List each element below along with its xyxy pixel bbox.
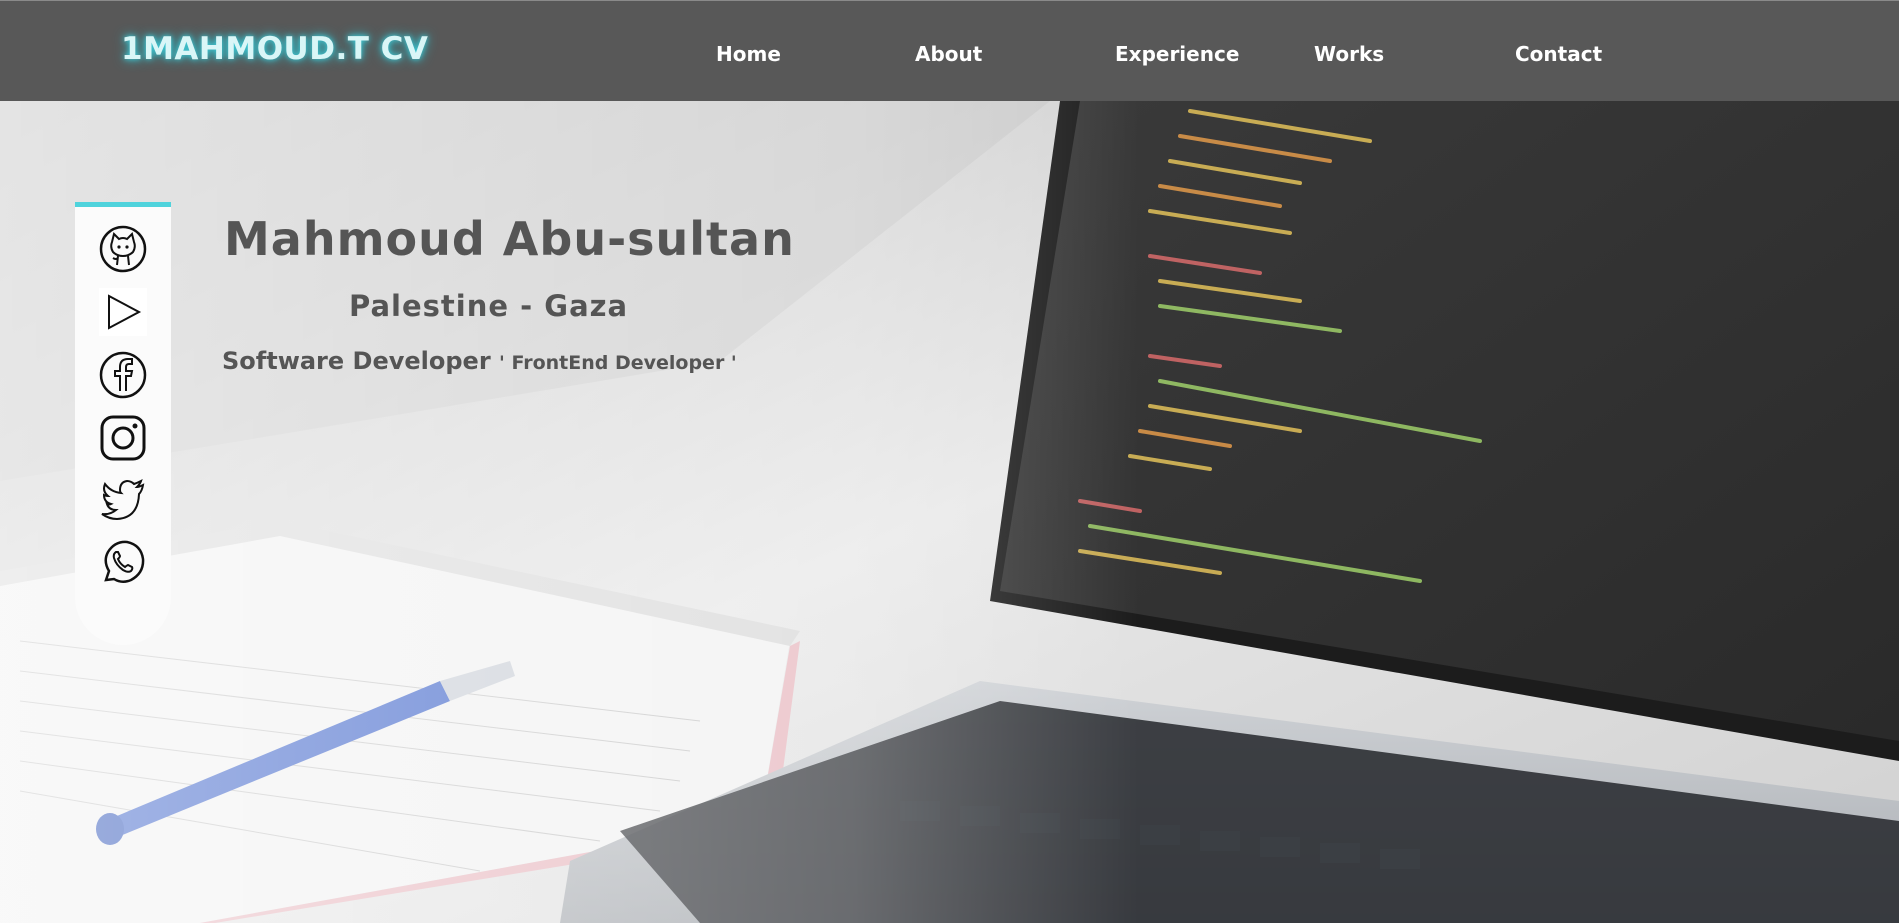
- nav-contact[interactable]: Contact: [1515, 42, 1602, 66]
- facebook-icon[interactable]: [99, 351, 147, 399]
- whatsapp-icon[interactable]: [99, 538, 147, 586]
- nav-works[interactable]: Works: [1314, 42, 1384, 66]
- play-icon[interactable]: [99, 288, 147, 336]
- github-icon[interactable]: [99, 225, 147, 273]
- nav-about[interactable]: About: [915, 42, 982, 66]
- navbar: 1MAHMOUD.T CV Home About Experience Work…: [0, 0, 1899, 101]
- role-sub: ' FrontEnd Developer ': [499, 352, 737, 374]
- profile-role: Software Developer ' FrontEnd Developer …: [222, 347, 737, 375]
- nav-experience[interactable]: Experience: [1115, 42, 1239, 66]
- nav-home[interactable]: Home: [716, 42, 781, 66]
- profile-name: Mahmoud Abu-sultan: [224, 212, 795, 266]
- social-links-panel: [75, 202, 171, 645]
- profile-location: Palestine - Gaza: [349, 289, 629, 323]
- hero-section: Mahmoud Abu-sultan Palestine - Gaza Soft…: [0, 101, 1899, 923]
- role-main: Software Developer: [222, 347, 491, 375]
- twitter-icon[interactable]: [99, 475, 147, 523]
- site-logo[interactable]: 1MAHMOUD.T CV: [121, 31, 428, 67]
- instagram-icon[interactable]: [99, 414, 147, 462]
